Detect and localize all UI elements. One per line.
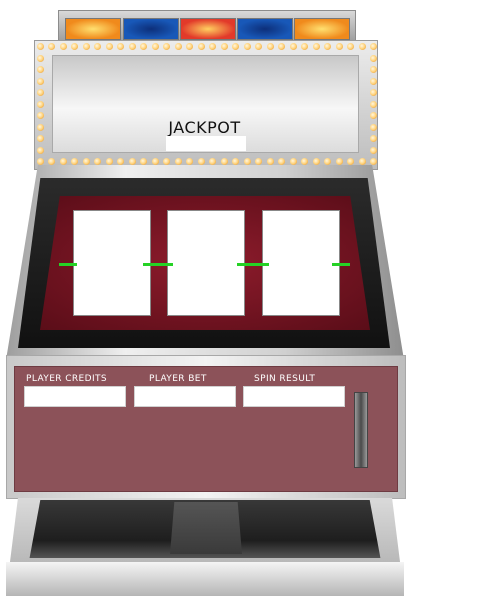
- coin-tray-lip: [6, 562, 404, 596]
- marquee-bulb: [358, 43, 366, 50]
- lamp-3: [180, 18, 236, 40]
- payline-marker: [332, 263, 350, 266]
- marquee-bulb: [347, 43, 355, 50]
- player-bet-label: PLAYER BET: [149, 374, 207, 384]
- marquee-bulb: [105, 43, 113, 50]
- marquee-bulb: [82, 43, 90, 50]
- marquee-bulb: [220, 43, 228, 50]
- payline-marker: [237, 263, 269, 266]
- marquee-bulb: [37, 112, 44, 119]
- coin-chute: [170, 502, 242, 554]
- marquee-bulb: [370, 100, 377, 108]
- marquee-bulb: [37, 43, 44, 50]
- marquee-bulb: [243, 43, 251, 50]
- marquee-bulb: [243, 158, 251, 165]
- player-bet-value: [134, 386, 236, 407]
- marquee-bulb: [37, 135, 44, 142]
- marquee-bulb: [128, 158, 136, 165]
- marquee-bulb: [370, 77, 377, 85]
- player-credits-value: [24, 386, 126, 407]
- marquee-bulb: [37, 146, 44, 154]
- marquee-bulb: [59, 43, 67, 50]
- marquee-bulb: [174, 158, 182, 165]
- lamp-4: [237, 18, 293, 40]
- jackpot-label: JACKPOT: [168, 118, 241, 137]
- marquee-bulb: [37, 77, 44, 85]
- payline-marker: [143, 263, 173, 266]
- marquee-bulb: [312, 158, 320, 165]
- marquee-bulb: [370, 158, 377, 165]
- lamp-5: [294, 18, 350, 40]
- marquee-bulb: [266, 43, 274, 50]
- jackpot-value-box: [166, 136, 246, 151]
- marquee-bulb: [151, 158, 159, 165]
- reel-3: [262, 210, 340, 316]
- marquee-bulb: [174, 43, 182, 50]
- spin-result-value: [243, 386, 345, 407]
- payline-marker: [59, 263, 77, 266]
- top-light-strip: [58, 10, 356, 44]
- marquee-bulb: [128, 43, 136, 50]
- marquee-bulb: [324, 43, 332, 50]
- spin-result-label: SPIN RESULT: [254, 374, 316, 384]
- marquee-bulb: [59, 158, 67, 165]
- lamp-1: [65, 18, 121, 40]
- marquee-bulb: [370, 135, 377, 142]
- marquee-bulb: [370, 146, 377, 154]
- marquee-bulb: [335, 158, 343, 165]
- marquee-bulb: [370, 43, 377, 50]
- marquee-bulb: [289, 158, 297, 165]
- reel-1: [73, 210, 151, 316]
- marquee-bulb: [347, 158, 355, 165]
- marquee-bulb: [335, 43, 343, 50]
- marquee-bulb: [37, 66, 44, 73]
- marquee-bulb: [82, 158, 90, 165]
- marquee-bulb: [358, 158, 366, 165]
- marquee-bulb: [370, 89, 377, 96]
- marquee-bulb: [370, 112, 377, 119]
- reel-2: [167, 210, 245, 316]
- marquee-bulb: [370, 54, 377, 62]
- marquee-bulb: [151, 43, 159, 50]
- marquee-bulb: [105, 158, 113, 165]
- marquee-bulb: [312, 43, 320, 50]
- marquee-bulb: [197, 158, 205, 165]
- marquee-bulb: [37, 158, 44, 165]
- marquee-bulb: [37, 89, 44, 96]
- spin-lever[interactable]: [354, 392, 368, 468]
- marquee-bulb: [266, 158, 274, 165]
- marquee-bulb: [289, 43, 297, 50]
- marquee-bulb: [324, 158, 332, 165]
- marquee-bulb: [37, 123, 44, 131]
- marquee-bulb: [370, 66, 377, 73]
- lamp-2: [123, 18, 179, 40]
- marquee-bulb: [370, 123, 377, 131]
- control-panel: [14, 366, 398, 492]
- player-credits-label: PLAYER CREDITS: [26, 374, 108, 384]
- marquee-bulb: [220, 158, 228, 165]
- marquee-bulb: [37, 100, 44, 108]
- marquee-bulb: [197, 43, 205, 50]
- marquee-bulb: [37, 54, 44, 62]
